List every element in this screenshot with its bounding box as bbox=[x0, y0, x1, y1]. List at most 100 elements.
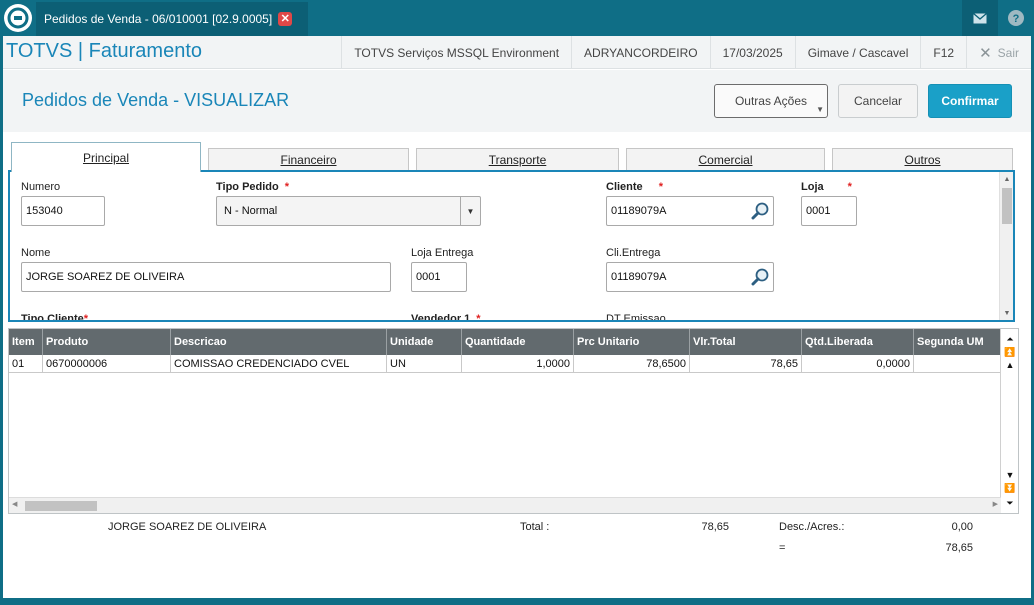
first-page-icon[interactable]: ⏶ bbox=[1004, 333, 1016, 345]
document-tab[interactable]: Pedidos de Venda - 06/010001 [02.9.0005]… bbox=[36, 2, 308, 36]
tipo-pedido-select[interactable]: N - Normal ▼ bbox=[216, 196, 481, 226]
top-tab-bar: Pedidos de Venda - 06/010001 [02.9.0005]… bbox=[0, 0, 1034, 36]
nome-field[interactable]: JORGE SOAREZ DE OLIVEIRA bbox=[21, 262, 391, 292]
top-right-actions: ? bbox=[962, 0, 1034, 36]
scrollbar-thumb[interactable] bbox=[25, 501, 97, 511]
scroll-down-icon[interactable]: ▼ bbox=[1000, 306, 1013, 320]
form-scrollbar[interactable]: ▲ ▼ bbox=[999, 172, 1013, 320]
search-icon[interactable] bbox=[751, 201, 771, 224]
column-header-segunda-um[interactable]: Segunda UM bbox=[914, 329, 1001, 355]
scroll-up-icon[interactable]: ▲ bbox=[1000, 172, 1013, 186]
loja-entrega-field[interactable]: 0001 bbox=[411, 262, 467, 292]
scroll-left-icon[interactable]: ◀ bbox=[12, 500, 17, 508]
tipo-pedido-label: Tipo Pedido * bbox=[216, 181, 290, 193]
total-value: 78,65 bbox=[701, 521, 729, 533]
column-header-unidade[interactable]: Unidade bbox=[387, 329, 462, 355]
column-header-qtd-liberada[interactable]: Qtd.Liberada bbox=[802, 329, 914, 355]
cell-unidade: UN bbox=[387, 355, 462, 373]
totvs-logo-icon[interactable] bbox=[4, 4, 32, 32]
dt-emissao-label: DT Emissao bbox=[606, 313, 666, 322]
numero-field[interactable]: 153040 bbox=[21, 196, 105, 226]
page-down-icon[interactable]: ⏬ bbox=[1004, 482, 1016, 494]
column-header-produto[interactable]: Produto bbox=[43, 329, 171, 355]
mail-icon[interactable] bbox=[962, 0, 998, 36]
app-title: TOTVS | Faturamento bbox=[6, 40, 203, 62]
chevron-down-icon[interactable]: ▼ bbox=[460, 197, 480, 225]
column-header-prc-unitario[interactable]: Prc Unitario bbox=[574, 329, 690, 355]
equals-label: = bbox=[779, 542, 786, 554]
cell-item: 01 bbox=[9, 355, 43, 373]
tab-financeiro[interactable]: Financeiro bbox=[208, 148, 409, 170]
page-up-icon[interactable]: ⏫ bbox=[1004, 346, 1016, 358]
scrollbar-thumb[interactable] bbox=[1002, 188, 1012, 224]
close-icon: ✕ bbox=[979, 44, 992, 62]
close-icon[interactable]: ✕ bbox=[278, 12, 293, 26]
cell-segunda-um bbox=[914, 355, 1001, 373]
required-mark: * bbox=[658, 181, 663, 193]
application-window: TOTVS | Faturamento TOTVS Serviços MSSQL… bbox=[3, 36, 1031, 598]
exit-button[interactable]: ✕ Sair bbox=[966, 36, 1031, 69]
cancel-button[interactable]: Cancelar bbox=[838, 84, 918, 118]
help-icon[interactable]: ? bbox=[998, 0, 1034, 36]
tab-principal[interactable]: Principal bbox=[11, 142, 201, 172]
required-mark: * bbox=[284, 181, 290, 193]
cell-descricao: COMISSAO CREDENCIADO CVEL bbox=[171, 355, 387, 373]
other-actions-button[interactable]: Outras Ações ▼ bbox=[714, 84, 828, 118]
user-label: ADRYANCORDEIRO bbox=[571, 36, 710, 69]
tab-transporte[interactable]: Transporte bbox=[416, 148, 619, 170]
tab-outros[interactable]: Outros bbox=[832, 148, 1013, 170]
column-header-quantidade[interactable]: Quantidade bbox=[462, 329, 574, 355]
other-actions-label: Outras Ações bbox=[734, 94, 808, 108]
last-page-icon[interactable]: ⏷ bbox=[1004, 497, 1016, 509]
grid-horizontal-scrollbar[interactable]: ◀ ▶ bbox=[9, 497, 1001, 513]
cli-entrega-value: 01189079A bbox=[611, 271, 667, 283]
column-header-descricao[interactable]: Descricao bbox=[171, 329, 387, 355]
column-header-item[interactable]: Item bbox=[9, 329, 43, 355]
numero-label: Numero bbox=[21, 181, 61, 193]
grid-navigation-bar: ⏶ ⏫ ▲ ▼ ⏬ ⏷ bbox=[1000, 329, 1018, 513]
cli-entrega-field[interactable]: 01189079A bbox=[606, 262, 774, 292]
table-row[interactable]: 01 0670000006 COMISSAO CREDENCIADO CVEL … bbox=[9, 355, 1001, 373]
branch-label[interactable]: Gimave / Cascavel bbox=[794, 36, 921, 69]
cell-prc-unitario: 78,6500 bbox=[574, 355, 690, 373]
scroll-down-icon[interactable]: ▼ bbox=[1004, 469, 1016, 481]
loja-field[interactable]: 0001 bbox=[801, 196, 857, 226]
page-title: Pedidos de Venda - VISUALIZAR bbox=[22, 90, 290, 110]
scroll-right-icon[interactable]: ▶ bbox=[993, 500, 998, 508]
grand-total-value: 78,65 bbox=[945, 542, 973, 554]
column-header-vlr-total[interactable]: Vlr.Total bbox=[690, 329, 802, 355]
loja-entrega-label: Loja Entrega bbox=[411, 247, 474, 259]
cliente-field[interactable]: 01189079A bbox=[606, 196, 774, 226]
app-info-bar: TOTVS Serviços MSSQL Environment ADRYANC… bbox=[341, 36, 1031, 69]
shortcut-f12[interactable]: F12 bbox=[920, 36, 966, 69]
cliente-value: 01189079A bbox=[611, 205, 667, 217]
caret-down-icon: ▼ bbox=[816, 105, 824, 114]
app-header: TOTVS | Faturamento TOTVS Serviços MSSQL… bbox=[3, 36, 1031, 69]
cell-qtd-liberada: 0,0000 bbox=[802, 355, 914, 373]
required-mark: * bbox=[847, 181, 852, 193]
loja-label: Loja * bbox=[801, 181, 852, 193]
grid-header: Item Produto Descricao Unidade Quantidad… bbox=[9, 329, 1001, 355]
svg-text:?: ? bbox=[1013, 13, 1020, 25]
tab-comercial[interactable]: Comercial bbox=[626, 148, 825, 170]
items-grid: Item Produto Descricao Unidade Quantidad… bbox=[8, 328, 1019, 514]
confirm-button[interactable]: Confirmar bbox=[928, 84, 1012, 118]
cell-produto: 0670000006 bbox=[43, 355, 171, 373]
cli-entrega-label: Cli.Entrega bbox=[606, 247, 661, 259]
nome-label: Nome bbox=[21, 247, 51, 259]
cliente-label: Cliente * bbox=[606, 181, 663, 193]
required-mark: * bbox=[476, 313, 481, 322]
search-icon[interactable] bbox=[751, 267, 771, 290]
desc-acres-value: 0,00 bbox=[951, 521, 973, 533]
vendedor-label: Vendedor 1 * bbox=[411, 313, 481, 322]
form-panel: Numero 153040 Tipo Pedido * N - Normal ▼ … bbox=[8, 170, 1015, 322]
total-label: Total : bbox=[520, 521, 550, 533]
page-header: Pedidos de Venda - VISUALIZAR Outras Açõ… bbox=[3, 70, 1031, 132]
footer-client-name: JORGE SOAREZ DE OLIVEIRA bbox=[108, 521, 267, 533]
tipo-cliente-label: Tipo Cliente* bbox=[21, 313, 89, 322]
scroll-up-icon[interactable]: ▲ bbox=[1004, 359, 1016, 371]
date-label: 17/03/2025 bbox=[709, 36, 795, 69]
document-tab-title: Pedidos de Venda - 06/010001 [02.9.0005] bbox=[44, 12, 273, 26]
required-mark: * bbox=[83, 313, 89, 322]
desc-acres-label: Desc./Acres.: bbox=[779, 521, 845, 533]
